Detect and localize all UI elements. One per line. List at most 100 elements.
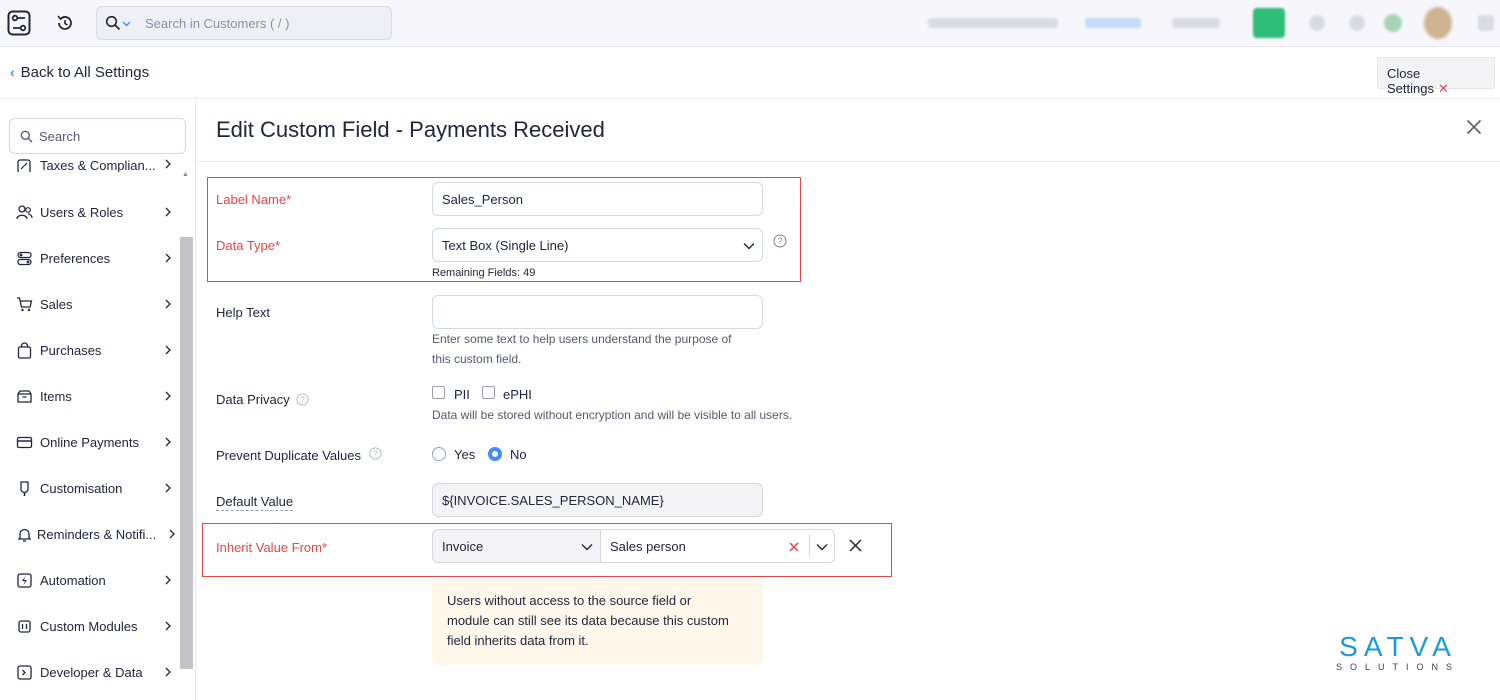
sidebar-item-reminders[interactable]: Reminders & Notifi... — [16, 523, 175, 545]
yes-label: Yes — [454, 447, 476, 462]
ephi-label: ePHI — [503, 387, 532, 402]
help-icon[interactable]: ? — [773, 234, 787, 248]
blurred-icon[interactable] — [1309, 15, 1325, 31]
help-icon[interactable]: ? — [296, 393, 309, 406]
sidebar-item-preferences[interactable]: Preferences — [16, 247, 174, 269]
blurred-icon[interactable] — [1349, 15, 1365, 31]
back-to-settings-link[interactable]: ‹ Back to All Settings — [10, 64, 149, 81]
box-icon — [17, 390, 32, 403]
blurred-text — [928, 18, 1058, 28]
chevron-left-icon: ‹ — [10, 64, 15, 80]
sidebar-item-developer-data[interactable]: Developer & Data — [16, 661, 174, 683]
sidebar-item-custom-modules[interactable]: Custom Modules — [16, 615, 174, 637]
global-search-input[interactable]: Search in Customers ( / ) — [145, 16, 290, 31]
page-title: Edit Custom Field - Payments Received — [216, 117, 605, 142]
close-icon[interactable] — [1466, 119, 1482, 135]
sidebar-item-taxes[interactable]: Taxes & Complian... — [16, 156, 174, 172]
pii-checkbox[interactable] — [432, 386, 445, 399]
help-text-hint: Enter some text to help users understand… — [432, 329, 732, 369]
default-value-input[interactable]: ${INVOICE.SALES_PERSON_NAME} — [432, 483, 763, 517]
inherit-module-select[interactable]: Invoice — [432, 529, 602, 563]
users-icon — [16, 205, 33, 220]
help-text-input[interactable] — [432, 295, 763, 329]
settings-header: ‹ Back to All Settings Close Settings ✕ — [0, 47, 1500, 99]
data-type-value: Text Box (Single Line) — [442, 238, 569, 253]
preferences-icon — [17, 251, 32, 266]
global-search[interactable]: Search in Customers ( / ) — [96, 6, 392, 40]
sidebar-item-purchases[interactable]: Purchases — [16, 339, 174, 361]
taxes-icon — [17, 159, 31, 172]
sidebar-item-label: Users & Roles — [40, 205, 124, 220]
prevent-duplicates-label: Prevent Duplicate Values — [216, 448, 362, 463]
sidebar-item-label: Taxes & Complian... — [40, 158, 156, 172]
avatar[interactable] — [1424, 7, 1452, 39]
scroll-up-arrow[interactable]: ▲ — [182, 171, 189, 178]
pii-label: PII — [454, 387, 470, 402]
close-icon: ✕ — [1437, 81, 1449, 96]
sidebar-item-automation[interactable]: Automation — [16, 569, 174, 591]
label-name-input[interactable]: Sales_Person — [432, 182, 763, 216]
chevron-right-icon — [165, 575, 171, 585]
card-icon — [16, 436, 33, 449]
automation-icon — [17, 573, 32, 588]
divider — [196, 161, 1500, 162]
hint-line: this custom field. — [432, 352, 522, 366]
chevron-right-icon — [165, 437, 171, 447]
chevron-down-icon[interactable] — [581, 543, 593, 551]
yes-radio[interactable] — [432, 447, 446, 461]
help-icon[interactable]: ? — [369, 447, 382, 460]
note-line: Users without access to the source field… — [447, 593, 692, 608]
sidebar-item-label: Reminders & Notifi... — [37, 527, 157, 542]
close-settings-button[interactable]: Close Settings ✕ — [1377, 57, 1495, 96]
chevron-right-icon — [165, 299, 171, 309]
blurred-org — [1172, 18, 1220, 28]
satva-brand: SATVA — [1339, 631, 1457, 662]
search-icon[interactable] — [105, 15, 121, 31]
chevron-right-icon — [165, 483, 171, 493]
sidebar-item-customisation[interactable]: Customisation — [16, 477, 174, 499]
data-type-label: Data Type* — [216, 238, 281, 253]
history-icon[interactable] — [55, 13, 75, 33]
note-line: module can still see its data because th… — [447, 613, 729, 628]
default-value-label: Default Value — [216, 494, 294, 511]
modules-icon — [18, 620, 31, 633]
sidebar-item-items[interactable]: Items — [16, 385, 174, 407]
chevron-down-icon[interactable] — [816, 543, 828, 551]
sidebar-search[interactable]: Search — [9, 118, 186, 154]
sidebar-item-label: Automation — [40, 573, 106, 588]
close-settings-label: Close Settings — [1387, 66, 1434, 96]
sidebar-scrollbar[interactable] — [180, 237, 193, 669]
app-logo-icon[interactable] — [7, 10, 31, 36]
clear-icon[interactable] — [789, 542, 799, 552]
sidebar-search-input[interactable]: Search — [39, 129, 80, 144]
hint-line: Enter some text to help users understand… — [432, 332, 732, 346]
chevron-down-icon[interactable] — [122, 19, 131, 28]
apps-icon[interactable] — [1478, 15, 1494, 31]
remove-icon[interactable] — [849, 539, 862, 552]
top-bar: Search in Customers ( / ) — [0, 0, 1500, 47]
sidebar-item-online-payments[interactable]: Online Payments — [16, 431, 174, 453]
data-type-select[interactable]: Text Box (Single Line) — [432, 228, 763, 262]
sidebar-item-label: Customisation — [40, 481, 123, 496]
no-radio[interactable] — [488, 447, 502, 461]
chevron-down-icon[interactable] — [743, 242, 755, 250]
blurred-icon[interactable] — [1384, 14, 1402, 32]
inherit-field-select[interactable]: Sales person — [600, 529, 835, 563]
no-label: No — [510, 447, 527, 462]
sidebar-item-label: Online Payments — [40, 435, 139, 450]
svg-text:?: ? — [300, 394, 305, 404]
satva-logo: SATVA SOLUTIONS — [1336, 631, 1457, 672]
quick-create-button[interactable] — [1253, 8, 1285, 38]
sidebar-item-sales[interactable]: Sales — [16, 293, 174, 315]
chevron-right-icon — [165, 345, 171, 355]
chevron-right-icon — [165, 391, 171, 401]
chevron-right-icon — [165, 159, 171, 169]
chevron-right-icon — [165, 621, 171, 631]
sidebar-item-label: Custom Modules — [40, 619, 138, 634]
svg-text:?: ? — [373, 448, 378, 458]
remaining-fields-text: Remaining Fields: 49 — [432, 267, 536, 279]
sidebar-item-users-roles[interactable]: Users & Roles — [16, 201, 174, 223]
inherit-field-value: Sales person — [610, 539, 686, 554]
svg-text:?: ? — [777, 236, 782, 246]
ephi-checkbox[interactable] — [482, 386, 495, 399]
